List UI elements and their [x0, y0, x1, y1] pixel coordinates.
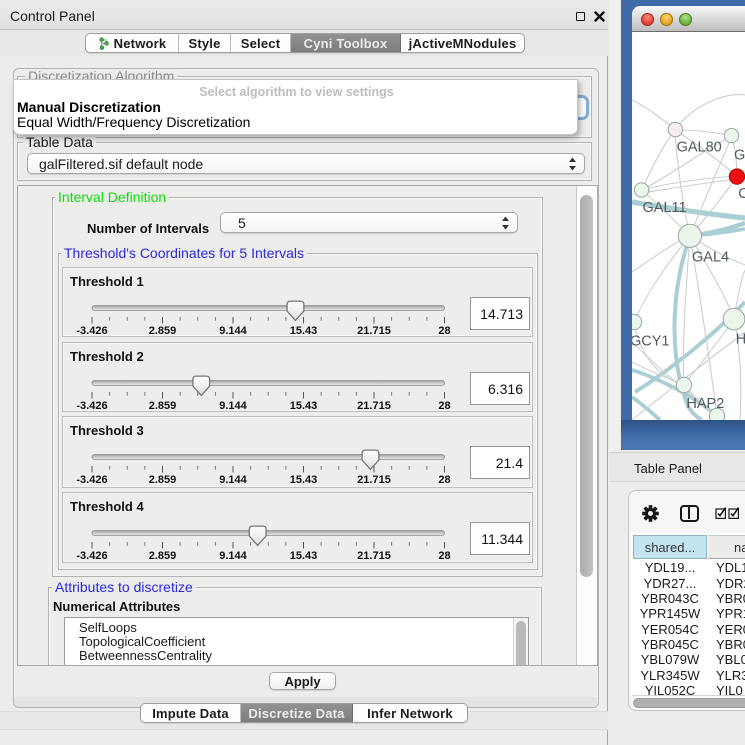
svg-text:21.715: 21.715	[357, 474, 391, 486]
svg-text:9.144: 9.144	[219, 474, 247, 486]
svg-text:28: 28	[438, 400, 450, 412]
svg-text:GAL80: GAL80	[677, 140, 722, 156]
svg-text:15.43: 15.43	[290, 325, 318, 337]
svg-text:15.43: 15.43	[290, 400, 318, 412]
svg-text:C: C	[738, 186, 745, 202]
svg-text:GCY1: GCY1	[632, 334, 670, 350]
svg-text:21.715: 21.715	[357, 325, 391, 337]
svg-text:15.43: 15.43	[290, 550, 318, 562]
svg-text:GAL11: GAL11	[643, 200, 687, 216]
svg-text:2.859: 2.859	[149, 474, 177, 486]
svg-text:HAP2: HAP2	[686, 396, 724, 412]
svg-text:-3.426: -3.426	[76, 474, 107, 486]
svg-text:-3.426: -3.426	[76, 325, 107, 337]
svg-text:28: 28	[438, 474, 450, 486]
svg-text:2.859: 2.859	[149, 550, 177, 562]
svg-text:21.715: 21.715	[357, 550, 391, 562]
svg-text:-3.426: -3.426	[76, 550, 107, 562]
svg-text:15.43: 15.43	[290, 474, 318, 486]
svg-text:9.144: 9.144	[219, 400, 247, 412]
svg-text:GAL4: GAL4	[692, 250, 729, 266]
svg-text:9.144: 9.144	[219, 325, 247, 337]
svg-text:28: 28	[438, 550, 450, 562]
svg-text:-3.426: -3.426	[76, 400, 107, 412]
svg-text:GA: GA	[734, 148, 745, 164]
svg-text:H: H	[736, 332, 745, 348]
svg-text:9.144: 9.144	[219, 550, 247, 562]
svg-text:28: 28	[438, 325, 450, 337]
svg-text:2.859: 2.859	[149, 400, 177, 412]
svg-text:21.715: 21.715	[357, 400, 391, 412]
svg-text:2.859: 2.859	[149, 325, 177, 337]
